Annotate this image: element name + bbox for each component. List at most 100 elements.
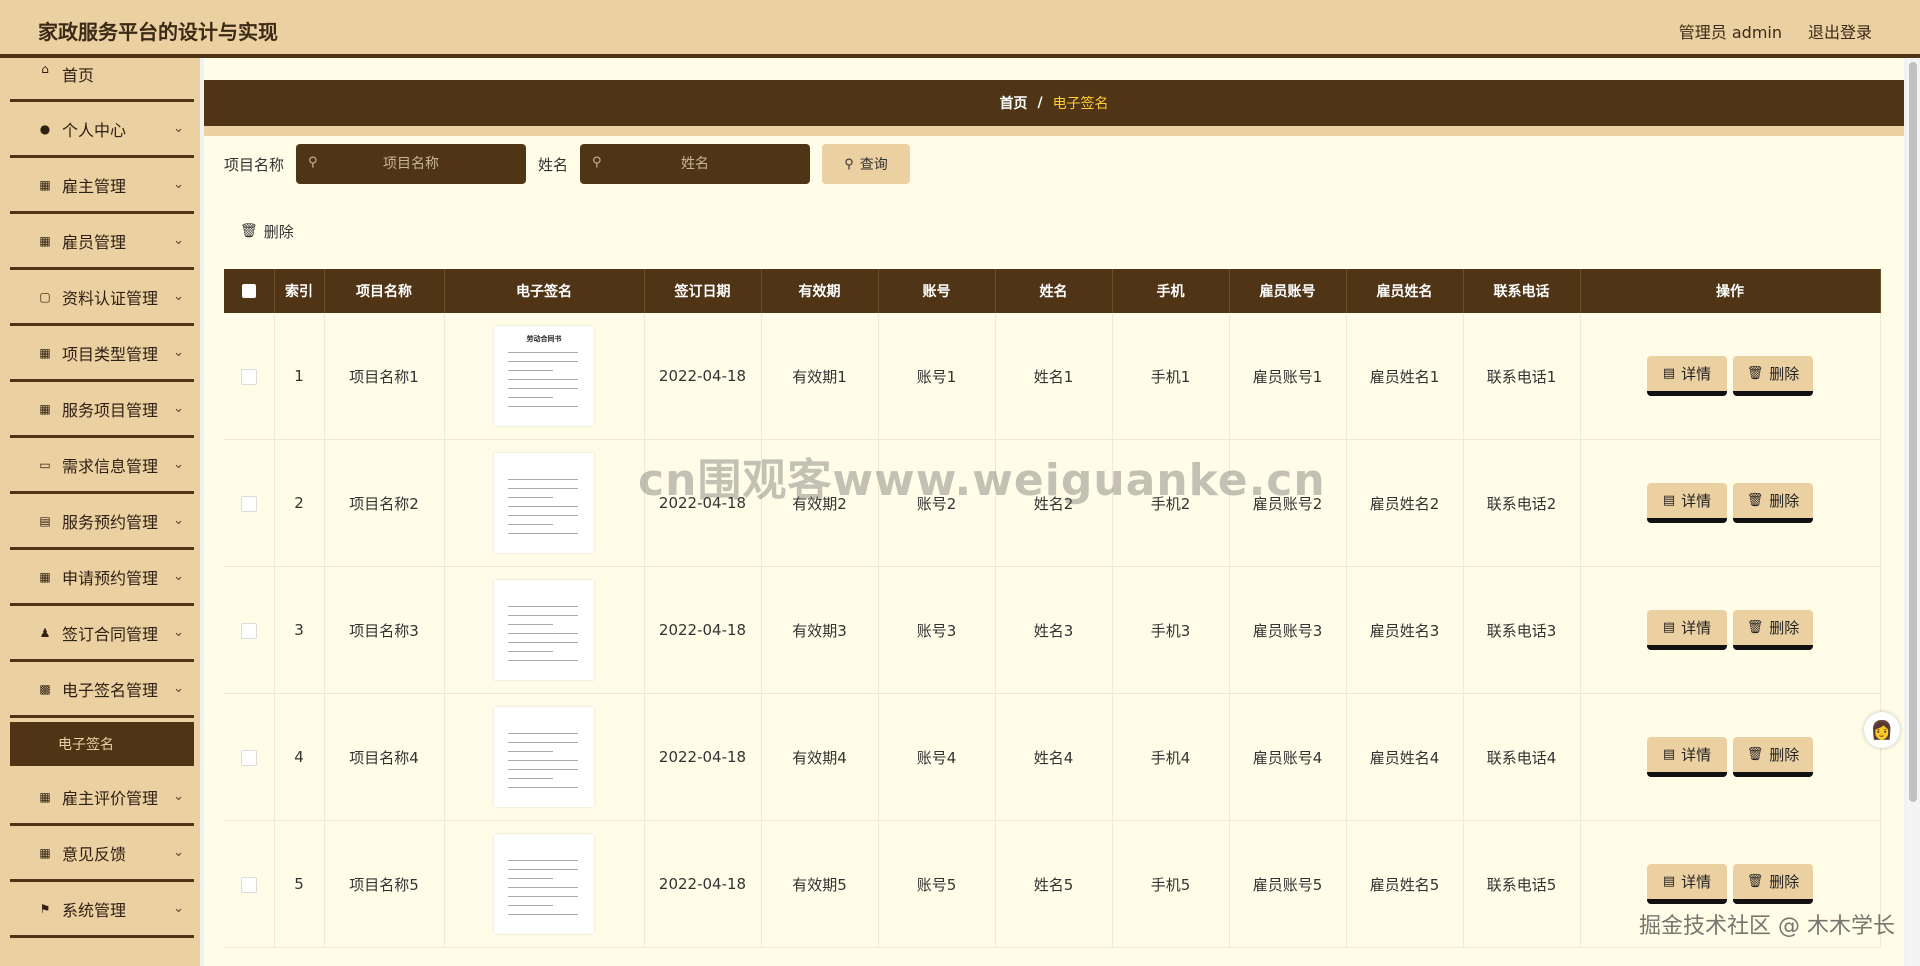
batch-delete-button[interactable]: 🗑 删除 [240, 216, 294, 246]
grid-icon: ▦ [39, 401, 51, 416]
row-actions-cell: ▤ 详情 🗑 删除 [1580, 439, 1881, 567]
sidebar-item-label: 需求信息管理 [62, 456, 159, 476]
project-name-input[interactable] [334, 155, 489, 173]
cell-name: 姓名1 [995, 313, 1113, 440]
cell-index: 5 [274, 820, 325, 948]
document-line [508, 860, 578, 861]
document-line [508, 760, 578, 761]
document-line [508, 887, 578, 888]
trash-icon: 🗑 [1746, 874, 1764, 889]
delete-button[interactable]: 🗑 删除 [1733, 610, 1813, 650]
signature-thumbnail[interactable] [494, 707, 594, 807]
row-checkbox[interactable] [240, 876, 257, 893]
column-header: 操作 [1580, 269, 1881, 313]
cell-contact: 联系电话1 [1463, 313, 1581, 440]
select-all-cell[interactable] [224, 269, 275, 313]
sidebar-subitem-e-signature[interactable]: 电子签名 [10, 722, 194, 766]
detail-button[interactable]: ▤ 详情 [1647, 356, 1727, 396]
logout-link[interactable]: 退出登录 [1808, 19, 1872, 43]
signature-thumbnail[interactable] [494, 453, 594, 553]
search-form: 项目名称 ⚲ 姓名 ⚲ ⚲ 查询 [224, 144, 911, 184]
signature-title: 劳动合同书 [526, 335, 562, 343]
trash-icon: 🗑 [1746, 620, 1764, 635]
delete-button-label: 删除 [1769, 746, 1800, 764]
cell-contact: 联系电话2 [1463, 439, 1581, 567]
detail-button[interactable]: ▤ 详情 [1647, 737, 1727, 777]
row-select-cell[interactable] [224, 313, 275, 440]
name-field[interactable]: ⚲ [580, 144, 811, 184]
sidebar-item[interactable]: ▦ 服务项目管理 ⌄ [10, 382, 194, 438]
detail-button-label: 详情 [1681, 619, 1712, 637]
row-select-cell[interactable] [224, 439, 275, 567]
cell-emp-account: 雇员账号3 [1229, 566, 1347, 694]
table-header-row: 索引 项目名称 电子签名 签订日期 有效期 账号 姓名 手机 雇员账号 雇员姓名… [224, 269, 1881, 313]
cell-account: 账号5 [878, 820, 996, 948]
signature-thumbnail[interactable]: 劳动合同书 [494, 326, 594, 426]
row-checkbox[interactable] [240, 749, 257, 766]
row-checkbox[interactable] [240, 368, 257, 385]
signature-thumbnail[interactable] [494, 834, 594, 934]
signature-cell [444, 693, 645, 821]
name-input[interactable] [618, 155, 773, 173]
row-select-cell[interactable] [224, 820, 275, 948]
detail-button[interactable]: ▤ 详情 [1647, 483, 1727, 523]
column-header: 索引 [274, 269, 325, 313]
sidebar-item[interactable]: ⌂ 首页 [10, 58, 194, 102]
cell-validity: 有效期1 [761, 313, 879, 440]
delete-button[interactable]: 🗑 删除 [1733, 356, 1813, 396]
sidebar-item[interactable]: ▢ 资料认证管理 ⌄ [10, 270, 194, 326]
sidebar-item[interactable]: ▦ 雇主管理 ⌄ [10, 158, 194, 214]
breadcrumb-current: 电子签名 [1052, 96, 1109, 112]
sidebar-item[interactable]: ▭ 需求信息管理 ⌄ [10, 438, 194, 494]
row-checkbox[interactable] [240, 622, 257, 639]
cell-phone: 手机4 [1112, 693, 1230, 821]
signature-thumbnail[interactable] [494, 580, 594, 680]
cell-emp-account: 雇员账号4 [1229, 693, 1347, 821]
sidebar-item[interactable]: ♟ 签订合同管理 ⌄ [10, 606, 194, 662]
cell-name: 姓名5 [995, 820, 1113, 948]
sidebar-item[interactable]: ▩ 电子签名管理 ⌄ [10, 662, 194, 718]
sidebar-item[interactable]: ▤ 服务预约管理 ⌄ [10, 494, 194, 550]
scrollbar-thumb[interactable] [1909, 62, 1917, 802]
detail-button[interactable]: ▤ 详情 [1647, 610, 1727, 650]
center-watermark: cn围观客www.weiguanke.cn [638, 455, 1326, 506]
query-button[interactable]: ⚲ 查询 [822, 144, 911, 184]
sidebar-item[interactable]: ● 个人中心 ⌄ [10, 102, 194, 158]
search-icon: ⚲ [308, 155, 318, 170]
sidebar-item[interactable]: ▦ 雇员管理 ⌄ [10, 214, 194, 270]
row-select-cell[interactable] [224, 693, 275, 821]
document-line [508, 606, 578, 607]
detail-button[interactable]: ▤ 详情 [1647, 864, 1727, 904]
row-checkbox[interactable] [240, 495, 257, 512]
delete-button[interactable]: 🗑 删除 [1733, 864, 1813, 904]
monitor-icon: ▭ [39, 457, 51, 472]
row-select-cell[interactable] [224, 566, 275, 694]
signature-cell [444, 439, 645, 567]
project-name-field[interactable]: ⚲ [296, 144, 527, 184]
cell-index: 1 [274, 313, 325, 440]
page-scrollbar[interactable] [1906, 58, 1920, 966]
chat-icon: ▩ [39, 681, 51, 696]
row-actions-cell: ▤ 详情 🗑 删除 [1580, 313, 1881, 440]
sidebar-item[interactable]: ▦ 意见反馈 ⌄ [10, 826, 194, 882]
sidebar-item[interactable]: ▦ 雇主评价管理 ⌄ [10, 770, 194, 826]
select-all-checkbox[interactable] [241, 284, 256, 298]
document-line [508, 406, 578, 407]
document-line [508, 370, 553, 371]
cell-phone: 手机5 [1112, 820, 1230, 948]
breadcrumb-home[interactable]: 首页 [999, 93, 1027, 113]
column-header: 账号 [878, 269, 996, 313]
document-line [508, 361, 578, 362]
document-line [508, 733, 578, 734]
grid-icon: ▦ [39, 845, 51, 860]
sidebar-item[interactable]: ▦ 项目类型管理 ⌄ [10, 326, 194, 382]
sidebar-item[interactable]: ⚑ 系统管理 ⌄ [10, 882, 194, 938]
delete-button[interactable]: 🗑 删除 [1733, 737, 1813, 777]
assistant-avatar[interactable]: 👩 [1864, 712, 1900, 748]
project-name-label: 项目名称 [224, 155, 285, 174]
cell-emp-name: 雇员姓名4 [1346, 693, 1464, 821]
row-actions-cell: ▤ 详情 🗑 删除 [1580, 566, 1881, 694]
sidebar-item[interactable]: ▦ 申请预约管理 ⌄ [10, 550, 194, 606]
document-line [508, 651, 553, 652]
delete-button[interactable]: 🗑 删除 [1733, 483, 1813, 523]
